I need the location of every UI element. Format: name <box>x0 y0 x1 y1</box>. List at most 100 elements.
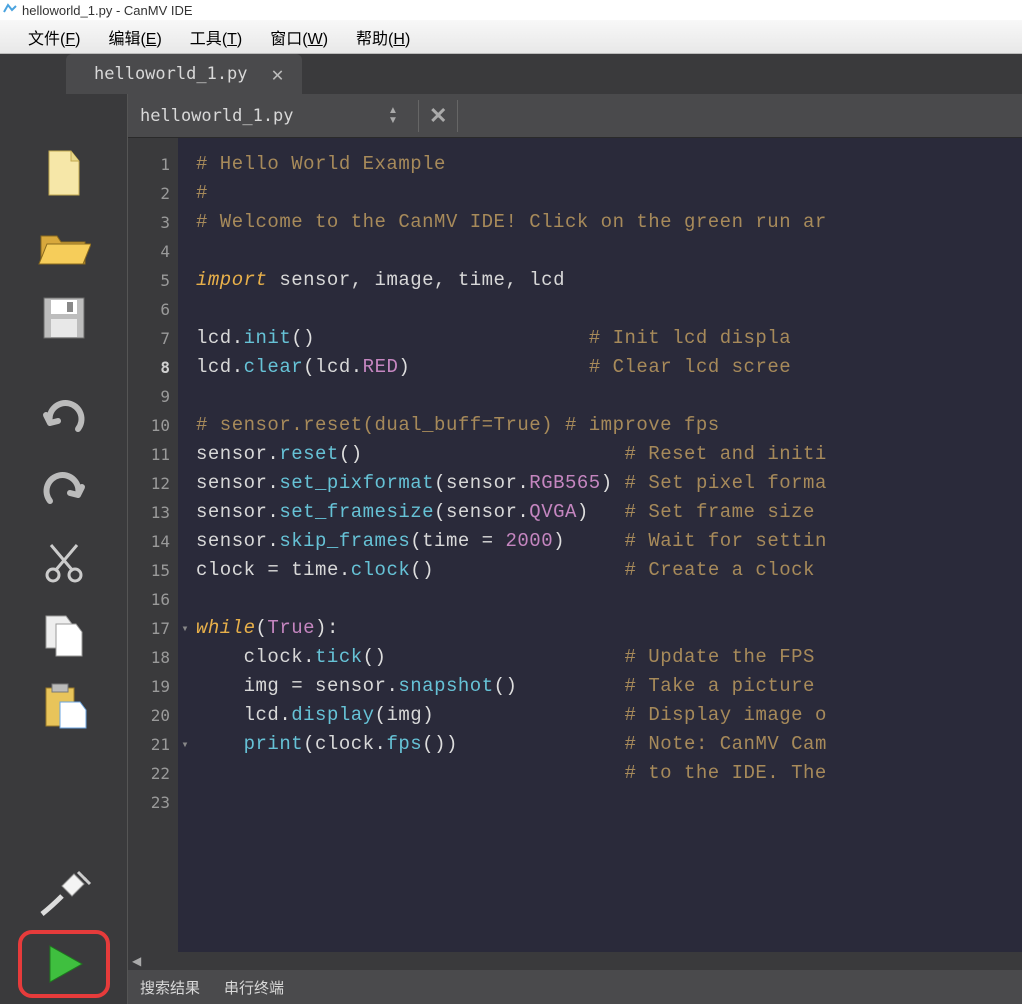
code-line[interactable]: while(True): <box>196 614 1022 643</box>
code-line[interactable]: # sensor.reset(dual_buff=True) # improve… <box>196 411 1022 440</box>
code-line[interactable]: # to the IDE. The <box>196 759 1022 788</box>
line-number: 7 <box>128 324 170 353</box>
open-folder-icon <box>37 224 91 268</box>
line-number: 15 <box>128 556 170 585</box>
menubar: 文件(F) 编辑(E) 工具(T) 窗口(W) 帮助(H) <box>0 20 1022 54</box>
code-content[interactable]: # Hello World Example## Welcome to the C… <box>192 138 1022 952</box>
code-line[interactable] <box>196 382 1022 411</box>
bottom-panel-tabs: 搜索结果 串行终端 <box>128 970 1022 1004</box>
tab-close-icon[interactable]: ✕ <box>272 62 284 86</box>
file-dropdown[interactable]: helloworld_1.py <box>136 106 388 126</box>
menu-window[interactable]: 窗口(W) <box>256 21 342 53</box>
menu-help[interactable]: 帮助(H) <box>342 21 424 53</box>
run-play-icon <box>42 942 86 986</box>
divider <box>457 100 458 132</box>
code-line[interactable]: lcd.clear(lcd.RED) # Clear lcd scree <box>196 353 1022 382</box>
line-number: 18 <box>128 643 170 672</box>
fold-marker-icon[interactable]: ▾ <box>178 614 192 643</box>
tab-label: helloworld_1.py <box>94 64 248 84</box>
line-number: 16 <box>128 585 170 614</box>
run-button-highlight <box>18 930 110 998</box>
window-title: helloworld_1.py - CanMV IDE <box>22 3 193 18</box>
save-button[interactable] <box>32 290 96 346</box>
line-number: 23 <box>128 788 170 817</box>
line-number: 19 <box>128 672 170 701</box>
new-file-icon <box>43 149 85 199</box>
copy-icon <box>40 610 88 658</box>
code-line[interactable] <box>196 788 1022 817</box>
paste-icon <box>40 682 88 730</box>
code-line[interactable]: # Welcome to the CanMV IDE! Click on the… <box>196 208 1022 237</box>
code-line[interactable]: import sensor, image, time, lcd <box>196 266 1022 295</box>
run-button[interactable] <box>32 938 96 990</box>
line-number: 14 <box>128 527 170 556</box>
line-number: 20 <box>128 701 170 730</box>
cut-icon <box>41 539 87 585</box>
code-editor[interactable]: 1234567891011121314151617181920212223 ▾▾… <box>128 138 1022 952</box>
code-line[interactable]: # Hello World Example <box>196 150 1022 179</box>
new-file-button[interactable] <box>32 146 96 202</box>
copy-button[interactable] <box>32 606 96 662</box>
code-line[interactable]: lcd.display(img) # Display image o <box>196 701 1022 730</box>
connect-button[interactable] <box>32 866 96 922</box>
cut-button[interactable] <box>32 534 96 590</box>
line-number: 17 <box>128 614 170 643</box>
line-number: 9 <box>128 382 170 411</box>
line-number: 2 <box>128 179 170 208</box>
line-number: 3 <box>128 208 170 237</box>
divider <box>418 100 419 132</box>
code-line[interactable] <box>196 237 1022 266</box>
app-logo-icon <box>2 2 18 18</box>
line-number: 12 <box>128 469 170 498</box>
line-number: 13 <box>128 498 170 527</box>
horizontal-scrollbar[interactable]: ◀ <box>128 952 1022 970</box>
code-line[interactable]: sensor.set_pixformat(sensor.RGB565) # Se… <box>196 469 1022 498</box>
code-line[interactable]: img = sensor.snapshot() # Take a picture <box>196 672 1022 701</box>
line-number: 5 <box>128 266 170 295</box>
file-selector-bar: helloworld_1.py ▲▼ ✕ <box>128 94 1022 138</box>
code-line[interactable]: sensor.set_framesize(sensor.QVGA) # Set … <box>196 498 1022 527</box>
document-tab-bar: helloworld_1.py ✕ <box>0 54 1022 94</box>
tab-search-results[interactable]: 搜索结果 <box>140 977 200 998</box>
undo-icon <box>38 399 90 437</box>
code-line[interactable]: sensor.skip_frames(time = 2000) # Wait f… <box>196 527 1022 556</box>
fold-column[interactable]: ▾▾ <box>178 138 192 952</box>
undo-button[interactable] <box>32 390 96 446</box>
editor-pane: helloworld_1.py ▲▼ ✕ 1234567891011121314… <box>128 94 1022 1004</box>
line-number: 10 <box>128 411 170 440</box>
code-line[interactable]: clock = time.clock() # Create a clock <box>196 556 1022 585</box>
line-number: 21 <box>128 730 170 759</box>
line-number: 1 <box>128 150 170 179</box>
line-number: 6 <box>128 295 170 324</box>
file-dropdown-arrows-icon[interactable]: ▲▼ <box>388 106 408 126</box>
code-line[interactable]: print(clock.fps()) # Note: CanMV Cam <box>196 730 1022 759</box>
sidebar-toolbar <box>0 94 128 1004</box>
workarea: helloworld_1.py ▲▼ ✕ 1234567891011121314… <box>0 94 1022 1004</box>
redo-icon <box>38 471 90 509</box>
line-number: 22 <box>128 759 170 788</box>
redo-button[interactable] <box>32 462 96 518</box>
code-line[interactable]: # <box>196 179 1022 208</box>
line-number: 4 <box>128 237 170 266</box>
file-close-icon[interactable]: ✕ <box>429 103 447 129</box>
open-file-button[interactable] <box>32 218 96 274</box>
code-line[interactable]: lcd.init() # Init lcd displa <box>196 324 1022 353</box>
code-line[interactable] <box>196 585 1022 614</box>
tab-serial-terminal[interactable]: 串行终端 <box>224 977 284 998</box>
save-icon <box>41 295 87 341</box>
code-line[interactable] <box>196 295 1022 324</box>
paste-button[interactable] <box>32 678 96 734</box>
document-tab[interactable]: helloworld_1.py ✕ <box>66 54 302 94</box>
fold-marker-icon[interactable]: ▾ <box>178 730 192 759</box>
menu-edit[interactable]: 编辑(E) <box>94 21 175 53</box>
scroll-left-icon[interactable]: ◀ <box>132 954 141 968</box>
connect-plug-icon <box>36 866 92 922</box>
line-number: 8 <box>128 353 170 382</box>
code-line[interactable]: clock.tick() # Update the FPS <box>196 643 1022 672</box>
menu-tools[interactable]: 工具(T) <box>176 21 256 53</box>
line-number: 11 <box>128 440 170 469</box>
code-line[interactable]: sensor.reset() # Reset and initi <box>196 440 1022 469</box>
menu-file[interactable]: 文件(F) <box>14 21 94 53</box>
line-number-gutter: 1234567891011121314151617181920212223 <box>128 138 178 952</box>
titlebar: helloworld_1.py - CanMV IDE <box>0 0 1022 20</box>
